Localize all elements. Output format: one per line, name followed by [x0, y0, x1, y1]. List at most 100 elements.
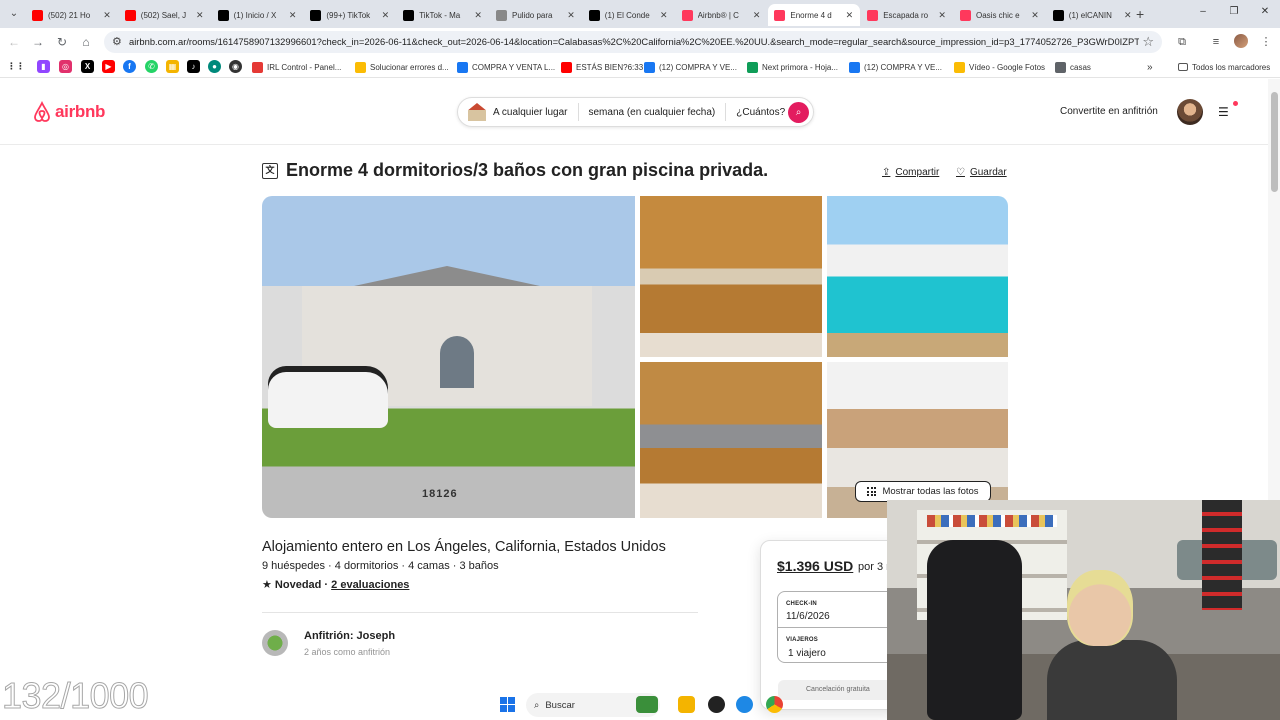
browser-tab[interactable]: (502) 21 Ho ✕ [26, 4, 118, 26]
close-tab-icon[interactable]: ✕ [1123, 10, 1133, 21]
browser-tab[interactable]: (99+) TikTok ✕ [304, 4, 396, 26]
bookmark-item[interactable]: Vídeo - Google Fotos [954, 60, 1045, 74]
search-when[interactable]: semana (en cualquier fecha) [579, 107, 726, 118]
browser-tab[interactable]: TikTok - Ma ✕ [397, 4, 489, 26]
show-all-photos-button[interactable]: Mostrar todas las fotos [855, 481, 991, 502]
share-button[interactable]: ⇪ Compartir [882, 167, 939, 178]
show-all-photos-label: Mostrar todas las fotos [882, 486, 979, 497]
minimize-button[interactable]: – [1196, 6, 1210, 17]
youtube-icon[interactable]: ▶ [102, 60, 115, 73]
close-tab-icon[interactable]: ✕ [102, 10, 112, 21]
bookmark-item[interactable]: IRL Control - Panel... [252, 60, 341, 74]
chrome-menu-icon[interactable]: ⋮ [1258, 34, 1274, 50]
airbnb-logo[interactable]: airbnb [32, 101, 105, 123]
media-icon[interactable]: ≡ [1208, 34, 1224, 50]
google-apps-icon[interactable]: ▦ [166, 60, 179, 73]
browser-tab[interactable]: Enorme 4 d ✕ [768, 4, 861, 26]
close-tab-icon[interactable]: ✕ [288, 10, 298, 21]
browser-tab[interactable]: Pulido para ✕ [490, 4, 582, 26]
browser-tab[interactable]: (1) El Conde ✕ [583, 4, 675, 26]
browser-tab[interactable]: Oasis chic e ✕ [954, 4, 1046, 26]
github-icon[interactable]: ◉ [229, 60, 242, 73]
white-car [268, 366, 388, 428]
browser-tab[interactable]: Escapada ro ✕ [861, 4, 953, 26]
home-icon[interactable]: ⌂ [78, 34, 94, 50]
bookmark-item[interactable]: Next primora - Hoja... [747, 60, 838, 74]
chat-icon[interactable]: ● [208, 60, 221, 73]
forward-icon[interactable]: → [30, 34, 46, 50]
photo-house-exterior[interactable]: 18126 [262, 196, 635, 518]
close-tab-icon[interactable]: ✕ [937, 10, 947, 21]
scrollbar-thumb[interactable] [1271, 92, 1278, 192]
file-explorer-icon[interactable] [678, 696, 695, 713]
bookmark-favicon-icon [355, 61, 366, 73]
user-avatar[interactable] [1177, 99, 1203, 125]
close-tab-icon[interactable]: ✕ [659, 10, 669, 21]
photo-pool[interactable] [827, 196, 1008, 357]
listing-subtitle: Alojamiento entero en Los Ángeles, Calif… [262, 539, 666, 555]
close-tab-icon[interactable]: ✕ [844, 10, 854, 21]
instagram-icon[interactable]: ◎ [59, 60, 72, 73]
back-icon[interactable]: ← [6, 34, 22, 50]
bookmark-item[interactable]: (12) COMPRA Y VE... [644, 60, 737, 74]
new-tab-button[interactable]: + [1136, 6, 1150, 22]
close-tab-icon[interactable]: ✕ [473, 10, 483, 21]
whatsapp-icon[interactable]: ✆ [145, 60, 158, 73]
tiktok-icon[interactable]: ♪ [187, 60, 200, 73]
browser-tab[interactable]: (1) Inicio / X ✕ [212, 4, 304, 26]
apps-grid-icon[interactable]: ⋮⋮ [7, 60, 25, 73]
close-tab-icon[interactable]: ✕ [566, 10, 576, 21]
x-icon[interactable]: X [81, 60, 94, 73]
photo-kitchen[interactable] [640, 196, 822, 357]
become-host-link[interactable]: Convertite en anfitrión [1060, 106, 1158, 117]
search-where[interactable]: A cualquier lugar [493, 107, 578, 118]
browser-tab[interactable]: (502) Sael, J ✕ [119, 4, 211, 26]
bookmark-item[interactable]: COMPRA Y VENTA L... [457, 60, 555, 74]
all-bookmarks[interactable]: Todos los marcadores [1178, 60, 1270, 74]
obs-icon[interactable] [708, 696, 725, 713]
address-bar[interactable]: ⚙ airbnb.com.ar/rooms/161475890713299660… [104, 31, 1162, 53]
bookmark-item[interactable]: (12) COMPRA Y VE... [849, 60, 942, 74]
photo-kitchen-2[interactable] [640, 362, 822, 518]
twitch-icon[interactable]: ▮ [37, 60, 50, 73]
search-who[interactable]: ¿Cuántos? [726, 107, 795, 118]
browser-tab[interactable]: (1) elCANIN ✕ [1047, 4, 1139, 26]
checkin-value[interactable]: 11/6/2026 [786, 611, 830, 622]
browser-tab[interactable]: Airbnb® | C ✕ [676, 4, 768, 26]
date-guest-picker[interactable]: CHECK-IN 11/6/2026 VIAJEROS 1 viajero [777, 591, 902, 663]
close-tab-icon[interactable]: ✕ [380, 10, 390, 21]
save-button[interactable]: ♡ Guardar [956, 167, 1007, 178]
restore-button[interactable]: ❐ [1227, 6, 1241, 17]
facebook-icon[interactable]: f [123, 60, 136, 73]
close-tab-icon[interactable]: ✕ [752, 10, 762, 21]
reload-icon[interactable]: ↻ [54, 34, 70, 50]
bookmark-item[interactable]: Solucionar errores d... [355, 60, 449, 74]
close-tab-icon[interactable]: ✕ [195, 10, 205, 21]
price[interactable]: $1.396 USD [777, 558, 853, 574]
gaming-chair [927, 540, 1022, 720]
search-icon[interactable]: ⌕ [788, 102, 809, 123]
close-window-button[interactable]: ✕ [1258, 6, 1272, 17]
menu-icon[interactable]: ☰ [1218, 105, 1229, 119]
bookmark-item[interactable]: ESTÁS BIEN?6:33 [561, 60, 643, 74]
profile-avatar[interactable] [1234, 34, 1248, 48]
guests-value[interactable]: 1 viajero [788, 648, 826, 659]
reviews-link[interactable]: 2 evaluaciones [331, 579, 409, 591]
windows-start-icon[interactable] [500, 697, 515, 712]
grid-icon [867, 487, 877, 496]
bookmarks-overflow-icon[interactable]: » [1147, 60, 1153, 74]
tab-search-icon[interactable]: ⌄ [6, 6, 22, 22]
bookmark-item[interactable]: casas [1055, 60, 1091, 74]
edge-icon[interactable] [736, 696, 753, 713]
bookmark-label: Next primora - Hoja... [762, 62, 839, 72]
host-avatar[interactable] [262, 630, 288, 656]
translate-icon[interactable]: 文 [262, 163, 278, 179]
widgets-icon[interactable] [636, 696, 658, 713]
chrome-icon[interactable] [766, 696, 783, 713]
close-tab-icon[interactable]: ✕ [1030, 10, 1040, 21]
site-info-icon[interactable]: ⚙ [112, 35, 122, 48]
extensions-icon[interactable]: ⧉ [1174, 34, 1190, 50]
url-text[interactable]: airbnb.com.ar/rooms/1614758907132996601?… [129, 36, 1139, 47]
bookmark-star-icon[interactable]: ☆ [1142, 34, 1154, 50]
search-bar[interactable]: A cualquier lugar semana (en cualquier f… [457, 97, 814, 127]
